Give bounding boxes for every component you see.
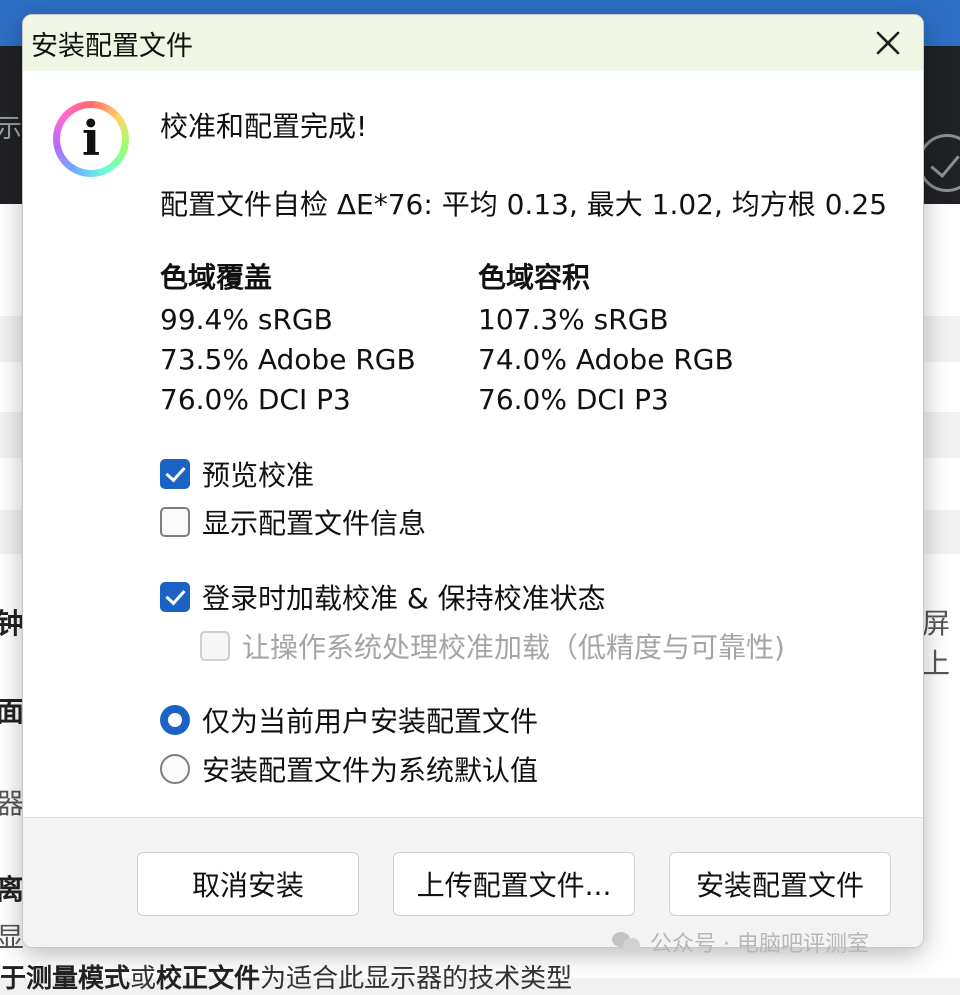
background-left-fragment: 示 [0, 114, 23, 144]
dialog-titlebar[interactable]: 安装配置文件 [23, 15, 923, 71]
watermark: 公众号 · 电脑吧评测室 [612, 926, 869, 958]
checkbox-label: 让操作系统处理校准加载（低精度与可靠性) [242, 631, 785, 664]
gamut-volume-title: 色域容积 [478, 261, 591, 294]
background-check-icon [918, 134, 960, 192]
preview-calibration-checkbox[interactable]: 预览校准 [160, 456, 314, 492]
background-text-fragment: 屏上 [922, 607, 951, 680]
checkbox-disabled-icon [200, 631, 230, 661]
profile-self-check-stats: 配置文件自检 ΔE*76: 平均 0.13, 最大 1.02, 均方根 0.25 [160, 188, 888, 221]
completion-heading: 校准和配置完成! [160, 110, 368, 143]
dialog-title: 安装配置文件 [31, 31, 193, 62]
background-text-fragment: 离 [0, 873, 25, 906]
radio-label: 仅为当前用户安装配置文件 [202, 705, 539, 738]
background-bottom-text-part: 为适合此显示器的技术类型 [260, 964, 573, 994]
radio-label: 安装配置文件为系统默认值 [202, 754, 539, 787]
gamut-volume-value: 107.3% sRGB [478, 303, 669, 336]
checkbox-label: 登录时加载校准 & 保持校准状态 [202, 582, 606, 615]
checkbox-checked-icon [160, 582, 190, 612]
install-profile-button[interactable]: 安装配置文件 [669, 852, 891, 916]
gamut-coverage-value: 76.0% DCI P3 [160, 383, 351, 416]
checkbox-label: 显示配置文件信息 [202, 507, 427, 540]
background-bottom-text: 于测量模式或校正文件为适合此显示器的技术类型 [0, 958, 572, 995]
close-icon [876, 31, 900, 55]
background-text-fragment: 器 [0, 787, 25, 820]
wechat-icon [612, 930, 642, 954]
background-bottom-text-part: 测量模式 [26, 964, 131, 994]
gamut-volume-section: 色域容积 107.3% sRGB 74.0% Adobe RGB 76.0% D… [478, 258, 734, 420]
load-calibration-on-login-checkbox[interactable]: 登录时加载校准 & 保持校准状态 [160, 579, 606, 615]
gamut-volume-value: 74.0% Adobe RGB [478, 343, 734, 376]
background-bottom-text-part: 或 [130, 964, 157, 994]
install-system-default-radio[interactable]: 安装配置文件为系统默认值 [160, 751, 538, 787]
gamut-volume-value: 76.0% DCI P3 [478, 383, 669, 416]
background-bottom-text-part: 于 [0, 964, 27, 994]
gamut-coverage-value: 99.4% sRGB [160, 303, 333, 336]
close-button[interactable] [853, 15, 923, 71]
gamut-coverage-section: 色域覆盖 99.4% sRGB 73.5% Adobe RGB 76.0% DC… [160, 258, 416, 420]
watermark-text: 公众号 · 电脑吧评测室 [650, 932, 869, 957]
upload-profile-button[interactable]: 上传配置文件... [393, 852, 635, 916]
checkbox-checked-icon [160, 459, 190, 489]
background-text-fragment: 面 [0, 695, 25, 728]
radio-unselected-icon [160, 754, 190, 784]
background-text-fragment: 钟 [0, 607, 25, 640]
os-handles-calibration-checkbox: 让操作系统处理校准加载（低精度与可靠性) [200, 628, 785, 664]
checkbox-label: 预览校准 [202, 459, 315, 492]
install-current-user-radio[interactable]: 仅为当前用户安装配置文件 [160, 702, 538, 738]
radio-selected-icon [160, 705, 190, 735]
gamut-coverage-value: 73.5% Adobe RGB [160, 343, 416, 376]
background-text-fragment: 显 [0, 921, 25, 954]
background-bottom-text-part: 校正文件 [156, 964, 261, 994]
gamut-coverage-title: 色域覆盖 [160, 261, 273, 294]
cancel-install-button[interactable]: 取消安装 [137, 852, 359, 916]
info-icon: i [53, 101, 129, 177]
install-profile-dialog: 安装配置文件 i 校准和配置完成! 配置文件自检 ΔE*76: 平均 0.13,… [22, 14, 924, 948]
checkbox-unchecked-icon [160, 507, 190, 537]
show-profile-info-checkbox[interactable]: 显示配置文件信息 [160, 504, 426, 540]
